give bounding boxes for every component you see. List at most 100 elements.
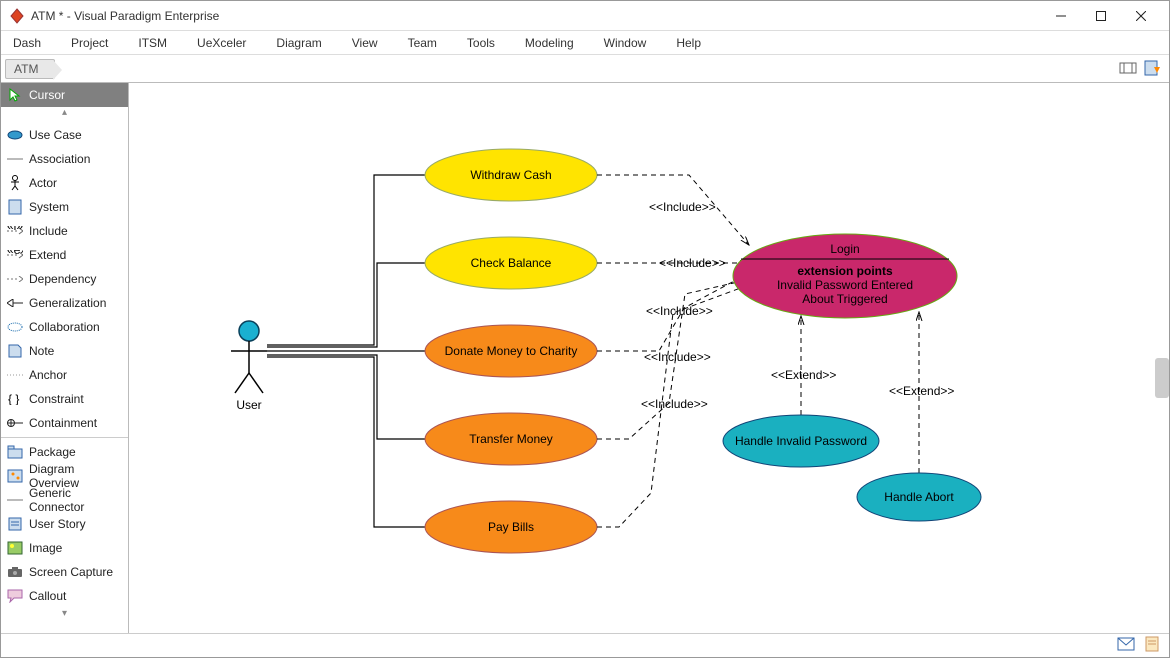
usecase-bills[interactable]: Pay Bills xyxy=(425,501,597,553)
palette-anchor[interactable]: Anchor xyxy=(1,363,128,387)
svg-text:User: User xyxy=(236,398,261,412)
toolbar: ATM xyxy=(1,55,1169,83)
svg-text:Donate Money to Charity: Donate Money to Charity xyxy=(445,344,578,358)
menu-uexceler[interactable]: UeXceler xyxy=(197,36,246,50)
palette-down-arrow: ▾ xyxy=(1,608,128,624)
diagram-canvas[interactable]: User Withdraw Cash Check Balance Donate … xyxy=(129,83,1169,633)
overview-icon xyxy=(7,468,23,484)
menu-team[interactable]: Team xyxy=(408,36,437,50)
new-diagram-icon[interactable] xyxy=(1143,59,1163,79)
svg-text:About Triggered: About Triggered xyxy=(802,292,887,306)
usecase-transfer[interactable]: Transfer Money xyxy=(425,413,597,465)
maximize-button[interactable] xyxy=(1081,1,1121,31)
callout-icon xyxy=(7,588,23,604)
palette-association[interactable]: Association xyxy=(1,147,128,171)
extend-icon: «e» xyxy=(7,247,23,263)
svg-text:{ }: { } xyxy=(8,393,19,405)
menu-project[interactable]: Project xyxy=(71,36,108,50)
svg-text:Withdraw Cash: Withdraw Cash xyxy=(470,168,551,182)
system-icon xyxy=(7,199,23,215)
constraint-icon: { } xyxy=(7,391,23,407)
palette-containment[interactable]: Containment xyxy=(1,411,128,435)
svg-text:«e»: «e» xyxy=(7,250,23,257)
actor-icon xyxy=(7,175,23,191)
menu-itsm[interactable]: ITSM xyxy=(138,36,167,50)
include-label: <<Include>> xyxy=(649,200,716,214)
statusbar xyxy=(1,633,1169,657)
palette-connector[interactable]: Generic Connector xyxy=(1,488,128,512)
palette-callout[interactable]: Callout xyxy=(1,584,128,608)
capture-icon xyxy=(7,564,23,580)
svg-text:Handle Invalid Password: Handle Invalid Password xyxy=(735,434,867,448)
dependency-icon xyxy=(7,271,23,287)
actor-associations xyxy=(267,175,425,527)
palette-generalization[interactable]: Generalization xyxy=(1,291,128,315)
include-label: <<Include>> xyxy=(641,397,708,411)
association-icon xyxy=(7,151,23,167)
palette-collaboration[interactable]: Collaboration xyxy=(1,315,128,339)
userstory-icon xyxy=(7,516,23,532)
palette-extend[interactable]: «e»Extend xyxy=(1,243,128,267)
svg-text:Transfer Money: Transfer Money xyxy=(469,432,553,446)
layout-icon[interactable] xyxy=(1119,59,1139,79)
mail-icon[interactable] xyxy=(1117,637,1135,654)
svg-text:Handle Abort: Handle Abort xyxy=(884,490,954,504)
extend-label: <<Extend>> xyxy=(889,384,954,398)
diagram-svg: User Withdraw Cash Check Balance Donate … xyxy=(129,83,1169,633)
usecase-login[interactable]: Login extension points Invalid Password … xyxy=(733,234,957,318)
cursor-icon xyxy=(7,87,23,103)
menu-modeling[interactable]: Modeling xyxy=(525,36,574,50)
anchor-icon xyxy=(7,367,23,383)
include-label: <<Include>> xyxy=(646,304,713,318)
menu-help[interactable]: Help xyxy=(676,36,701,50)
palette-cursor[interactable]: Cursor xyxy=(1,83,128,107)
menu-dash[interactable]: Dash xyxy=(13,36,41,50)
minimize-button[interactable] xyxy=(1041,1,1081,31)
extend-label: <<Extend>> xyxy=(771,368,836,382)
palette-userstory[interactable]: User Story xyxy=(1,512,128,536)
close-button[interactable] xyxy=(1121,1,1161,31)
vertical-scrollbar[interactable] xyxy=(1155,358,1169,398)
svg-text:extension points: extension points xyxy=(797,264,893,278)
usecase-withdraw[interactable]: Withdraw Cash xyxy=(425,149,597,201)
palette-dependency[interactable]: Dependency xyxy=(1,267,128,291)
app-icon xyxy=(9,8,25,24)
document-icon[interactable] xyxy=(1145,636,1159,655)
svg-text:Pay Bills: Pay Bills xyxy=(488,520,534,534)
actor-user[interactable]: User xyxy=(231,321,267,412)
palette-actor[interactable]: Actor xyxy=(1,171,128,195)
package-icon xyxy=(7,444,23,460)
include-icon: «i» xyxy=(7,223,23,239)
palette-note[interactable]: Note xyxy=(1,339,128,363)
menu-tools[interactable]: Tools xyxy=(467,36,495,50)
include-label: <<Include>> xyxy=(659,256,726,270)
include-label: <<Include>> xyxy=(644,350,711,364)
palette-include[interactable]: «i»Include xyxy=(1,219,128,243)
palette-up-arrow: ▴ xyxy=(1,107,128,123)
palette-capture[interactable]: Screen Capture xyxy=(1,560,128,584)
usecase-donate[interactable]: Donate Money to Charity xyxy=(425,325,597,377)
palette-package[interactable]: Package xyxy=(1,440,128,464)
palette-image[interactable]: Image xyxy=(1,536,128,560)
usecase-icon xyxy=(7,127,23,143)
svg-text:Check Balance: Check Balance xyxy=(471,256,552,270)
breadcrumb[interactable]: ATM xyxy=(5,59,55,79)
svg-text:Login: Login xyxy=(830,242,859,256)
menu-view[interactable]: View xyxy=(352,36,378,50)
palette-system[interactable]: System xyxy=(1,195,128,219)
containment-icon xyxy=(7,415,23,431)
palette-overview[interactable]: Diagram Overview xyxy=(1,464,128,488)
titlebar: ATM * - Visual Paradigm Enterprise xyxy=(1,1,1169,31)
svg-text:Invalid Password Entered: Invalid Password Entered xyxy=(777,278,913,292)
palette-usecase[interactable]: Use Case xyxy=(1,123,128,147)
usecase-balance[interactable]: Check Balance xyxy=(425,237,597,289)
menu-window[interactable]: Window xyxy=(604,36,647,50)
window-title: ATM * - Visual Paradigm Enterprise xyxy=(31,9,1041,23)
usecase-abort[interactable]: Handle Abort xyxy=(857,473,981,521)
connector-icon xyxy=(7,492,23,508)
generalization-icon xyxy=(7,295,23,311)
usecase-invalid[interactable]: Handle Invalid Password xyxy=(723,415,879,467)
note-icon xyxy=(7,343,23,359)
menu-diagram[interactable]: Diagram xyxy=(276,36,321,50)
palette-constraint[interactable]: { }Constraint xyxy=(1,387,128,411)
